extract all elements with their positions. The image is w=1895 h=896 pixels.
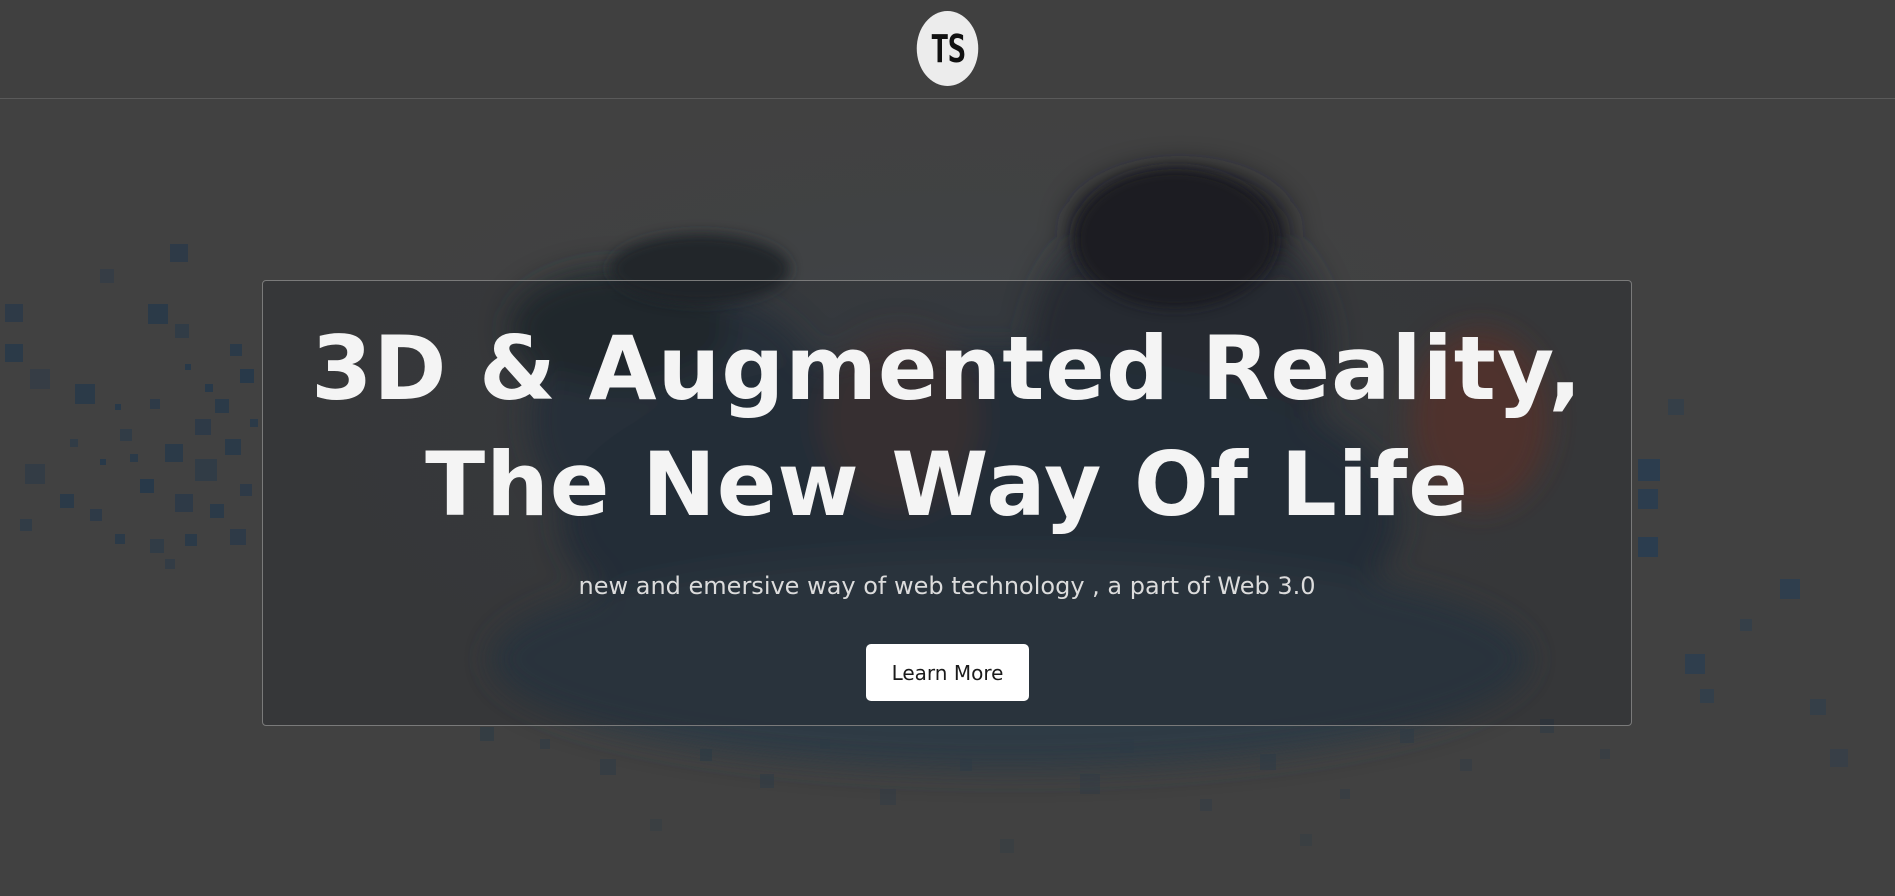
- site-logo[interactable]: TS: [916, 11, 979, 86]
- hero-title-line-2: The New Way Of Life: [425, 433, 1469, 536]
- hero-title-line-1: 3D & Augmented Reality,: [311, 317, 1583, 420]
- hero-subtitle: new and emersive way of web technology ,…: [578, 572, 1316, 600]
- site-header: TS: [0, 0, 1895, 99]
- learn-more-button[interactable]: Learn More: [866, 644, 1029, 701]
- landing-page: TS 3D & Augmented Reality, The New Way O…: [0, 0, 1895, 896]
- hero-title: 3D & Augmented Reality, The New Way Of L…: [263, 311, 1631, 543]
- hero-card: 3D & Augmented Reality, The New Way Of L…: [262, 280, 1632, 726]
